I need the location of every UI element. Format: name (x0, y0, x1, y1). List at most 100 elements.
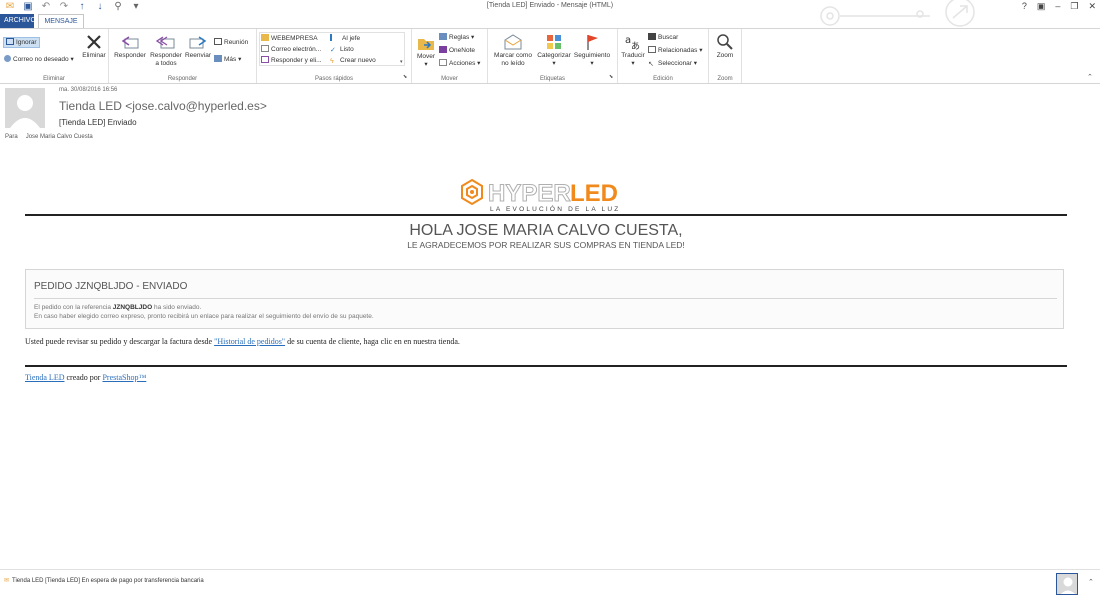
seguimiento-button[interactable]: Seguimiento ▾ (572, 33, 612, 68)
order-status-box: PEDIDO JZNQBLJDO - ENVIADO El pedido con… (25, 269, 1064, 329)
order-tracking-text: En caso haber elegido correo expreso, pr… (34, 313, 374, 320)
svg-text:あ: あ (631, 41, 640, 51)
correo-no-deseado-button[interactable]: Correo no deseado ▾ (4, 55, 74, 64)
quick-step-listo[interactable]: ✓ Listo (330, 45, 354, 54)
reunion-button[interactable]: Reunión (214, 38, 248, 47)
group-eliminar: Ignorar Correo no deseado ▾ Eliminar Eli… (0, 29, 109, 83)
prestashop-link[interactable]: PrestaShop™ (102, 373, 146, 382)
reply-all-icon (156, 36, 175, 49)
group-label-edicion: Edición (653, 76, 673, 82)
buscar-button[interactable]: Buscar (648, 33, 678, 42)
divider-top (25, 214, 1067, 216)
related-message-item[interactable]: ✉ Tienda LED [Tienda LED] En espera de pa… (4, 577, 204, 584)
seleccionar-button[interactable]: ↖ Seleccionar ▾ (648, 59, 697, 68)
ribbon-tabs: ARCHIVO MENSAJE (0, 14, 1100, 29)
group-label-pasos: Pasos rápidos (314, 76, 354, 82)
order-reference: JZNQBLJDO (112, 304, 153, 311)
onenote-button[interactable]: OneNote (439, 46, 475, 55)
expand-people-pane-icon[interactable]: ⌃ (1088, 578, 1094, 586)
to-label: Para (5, 134, 18, 140)
translate-icon: aあ (625, 35, 640, 51)
window-controls: ? ▣ – ❐ ✕ (1022, 1, 1096, 12)
responder-todos-button[interactable]: Responder a todos (148, 33, 184, 68)
quick-step-al-jefe[interactable]: Al jefe (330, 34, 360, 43)
close-icon[interactable]: ✕ (1088, 1, 1096, 12)
forward-icon (330, 34, 340, 41)
logo-tagline: LA EVOLUCIÓN DE LA LUZ (490, 204, 620, 213)
group-responder: Responder Responder a todos Reenviar Reu… (109, 29, 257, 83)
minimize-icon[interactable]: – (1055, 1, 1060, 12)
tab-archivo[interactable]: ARCHIVO (0, 14, 36, 28)
reenviar-button[interactable]: Reenviar (184, 33, 212, 60)
move-folder-icon (418, 39, 434, 50)
cursor-icon: ↖ (648, 61, 654, 68)
ribbon: Ignorar Correo no deseado ▾ Eliminar Eli… (0, 28, 1100, 84)
people-pane-avatar[interactable] (1056, 573, 1078, 595)
zoom-button[interactable]: Zoom (711, 33, 739, 60)
group-zoom: Zoom Zoom (709, 29, 742, 83)
hyperled-logo: HYPER LED LA EVOLUCIÓN DE LA LUZ (461, 178, 620, 213)
group-edicion: aあ Traducir ▾ Buscar Relacionadas ▾ ↖ Sele… (618, 29, 709, 83)
quick-step-crear-nuevo[interactable]: ϟ Crear nuevo (330, 56, 376, 65)
order-divider (34, 298, 1057, 299)
categorizar-button[interactable]: Categorizar ▾ (536, 33, 572, 68)
recipient-name[interactable]: Jose Maria Calvo Cuesta (26, 134, 93, 140)
email-footer: Tienda LED creado por PrestaShop™ (25, 373, 147, 382)
message-subject: [Tienda LED] Enviado (59, 118, 137, 127)
restore-icon[interactable]: ❐ (1070, 1, 1078, 12)
people-pane-bar: ✉ Tienda LED [Tienda LED] En espera de pa… (0, 569, 1100, 597)
quick-step-responder-eli[interactable]: Responder y eli... (261, 56, 322, 65)
mail-icon: ✉ (4, 578, 10, 584)
reply-icon (121, 36, 139, 49)
group-mover: Mover ▾ Reglas ▾ OneNote Acciones ▾ Mover (412, 29, 488, 83)
gallery-expand-icon[interactable]: ▾ (400, 59, 403, 65)
order-sent-text: El pedido con la referencia JZNQBLJDO ha… (34, 304, 202, 311)
greeting-heading: HOLA JOSE MARIA CALVO CUESTA, (409, 222, 683, 239)
marcar-no-leido-button[interactable]: Marcar como no leído (490, 33, 536, 68)
eliminar-button[interactable]: Eliminar (80, 33, 108, 60)
ignorar-button[interactable]: Ignorar (3, 37, 40, 48)
group-pasos-rapidos: WEBEMPRESA Al jefe Correo electrón... ✓ L… (257, 29, 412, 83)
quick-step-correo[interactable]: Correo electrón... (261, 45, 321, 54)
group-label-mover: Mover (441, 76, 458, 82)
sender-avatar (5, 88, 45, 128)
relacionadas-button[interactable]: Relacionadas ▾ (648, 46, 702, 55)
check-icon: ✓ (330, 47, 336, 54)
group-label-eliminar: Eliminar (43, 76, 65, 82)
flag-icon (587, 35, 598, 50)
calendar-icon (214, 38, 222, 45)
mas-button[interactable]: Más ▾ (214, 55, 241, 64)
ribbon-options-icon[interactable]: ▣ (1037, 1, 1046, 12)
reply-delete-icon (261, 56, 269, 63)
mover-button[interactable]: Mover ▾ (414, 34, 438, 69)
binoculars-icon (648, 33, 656, 40)
dialog-launcher-icon[interactable]: ⬊ (609, 74, 613, 80)
responder-button[interactable]: Responder (113, 33, 147, 60)
collapse-ribbon-icon[interactable]: ⌃ (1087, 73, 1093, 81)
rules-icon (439, 33, 447, 40)
related-icon (648, 46, 656, 53)
help-icon[interactable]: ? (1022, 1, 1027, 12)
forward-icon (189, 36, 207, 49)
group-label-zoom: Zoom (717, 76, 733, 82)
more-icon (214, 55, 222, 62)
order-history-link[interactable]: "Historial de pedidos" (214, 337, 285, 346)
acciones-button[interactable]: Acciones ▾ (439, 59, 480, 68)
group-etiquetas: Marcar como no leído Categorizar ▾ Seguim… (488, 29, 618, 83)
traducir-button[interactable]: aあ Traducir ▾ (619, 33, 647, 68)
order-history-paragraph: Usted puede revisar su pedido y descarga… (25, 337, 460, 346)
divider-bottom (25, 365, 1067, 367)
message-sender[interactable]: Tienda LED <jose.calvo@hyperled.es> (59, 99, 267, 113)
person-icon (10, 95, 40, 128)
actions-icon (439, 59, 447, 66)
tienda-led-link[interactable]: Tienda LED (25, 373, 64, 382)
dialog-launcher-icon[interactable]: ⬊ (403, 74, 407, 80)
reglas-button[interactable]: Reglas ▾ (439, 33, 474, 42)
logo-hyper: HYPER (488, 180, 571, 207)
group-label-etiquetas: Etiquetas (539, 76, 566, 82)
quick-step-webempresa[interactable]: WEBEMPRESA (261, 34, 318, 43)
folder-icon (261, 34, 269, 41)
order-title: PEDIDO JZNQBLJDO - ENVIADO (34, 281, 188, 292)
tab-mensaje[interactable]: MENSAJE (38, 14, 84, 29)
lightning-icon: ϟ (330, 58, 334, 65)
